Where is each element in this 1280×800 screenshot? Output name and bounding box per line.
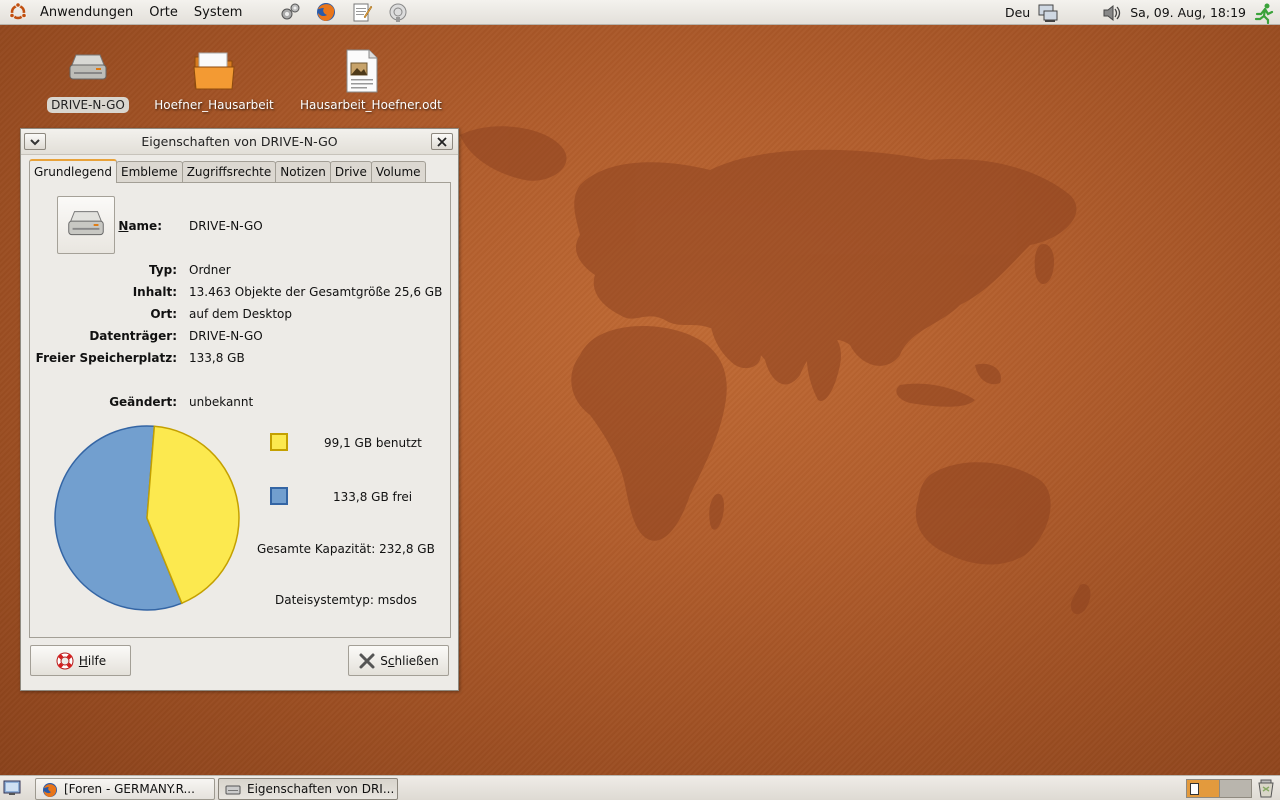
document-icon — [346, 49, 378, 93]
close-button-label: Schließen — [380, 654, 438, 668]
top-panel: Anwendungen Orte System Deu Sa, 09. Aug,… — [0, 0, 1280, 25]
menu-applications[interactable]: Anwendungen — [32, 0, 141, 25]
close-button[interactable]: Schließen — [348, 645, 449, 676]
dialog-title: Eigenschaften von DRIVE-N-GO — [141, 134, 338, 149]
ubuntu-logo-icon[interactable] — [6, 1, 30, 23]
type-label: Typ: — [149, 263, 177, 277]
quit-running-man-icon[interactable] — [1252, 2, 1276, 24]
location-label: Ort: — [150, 307, 177, 321]
keyboard-layout-indicator[interactable]: Deu — [999, 5, 1036, 20]
workspace-switcher[interactable] — [1186, 779, 1252, 798]
drive-icon — [69, 54, 107, 80]
lifebuoy-icon — [56, 652, 74, 669]
close-label-rest: hließen — [394, 653, 439, 668]
free-space-label: Freier Speicherplatz: — [35, 351, 177, 365]
bottom-panel: [Foren - GERMANY.R... Eigenschaften von … — [0, 775, 1280, 800]
desktop-icon-label: DRIVE-N-GO — [47, 97, 129, 113]
free-legend-swatch — [270, 487, 288, 505]
tab-panel-basic: Name: DRIVE-N-GO Typ: Ordner Inhalt: 13.… — [29, 182, 451, 638]
folder-icon — [193, 52, 235, 90]
taskbar-task-label: Eigenschaften von DRI... — [247, 782, 395, 796]
system-tray: Deu Sa, 09. Aug, 18:19 — [999, 0, 1280, 25]
name-label-mnemonic: N — [118, 219, 129, 233]
text-editor-icon[interactable] — [350, 1, 374, 23]
used-legend-swatch — [270, 433, 288, 451]
volume-value: DRIVE-N-GO — [189, 329, 263, 343]
contents-label: Inhalt: — [132, 285, 177, 299]
menu-places[interactable]: Orte — [141, 0, 186, 25]
desktop-icon-document[interactable]: Hausarbeit_Hoefner.odt — [296, 47, 442, 113]
network-manager-icon[interactable] — [386, 1, 410, 23]
modified-label: Geändert: — [109, 395, 177, 409]
volume-icon[interactable] — [1100, 2, 1124, 24]
menu-system[interactable]: System — [186, 0, 250, 25]
clock[interactable]: Sa, 09. Aug, 18:19 — [1124, 5, 1252, 20]
workspace-2[interactable] — [1218, 780, 1251, 797]
help-button[interactable]: Hilfe — [30, 645, 131, 676]
close-x-icon — [359, 653, 375, 668]
dialog-titlebar[interactable]: Eigenschaften von DRIVE-N-GO — [21, 129, 458, 155]
properties-dialog: Eigenschaften von DRIVE-N-GO Grundlegend… — [20, 128, 459, 691]
total-capacity-text: Gesamte Kapazität: 232,8 GB — [257, 542, 435, 556]
close-icon — [437, 136, 447, 147]
tab-grundlegend[interactable]: Grundlegend — [29, 159, 117, 183]
usage-pie-chart — [54, 425, 240, 611]
desktop-icon-label: Hoefner_Hausarbeit — [154, 98, 274, 112]
tab-volume[interactable]: Volume — [370, 161, 426, 183]
desktop-icon-folder[interactable]: Hoefner_Hausarbeit — [149, 47, 279, 113]
trash-icon[interactable] — [1256, 778, 1276, 800]
show-desktop-icon[interactable] — [3, 779, 21, 800]
taskbar-firefox[interactable]: [Foren - GERMANY.R... — [35, 778, 215, 800]
close-mnemonic: c — [387, 653, 395, 668]
firefox-icon — [43, 783, 57, 797]
firefox-icon[interactable] — [314, 1, 338, 23]
tab-embleme[interactable]: Embleme — [116, 161, 183, 183]
drive-icon — [225, 785, 241, 795]
filesystem-type-text: Dateisystemtyp: msdos — [275, 593, 417, 607]
contents-value: 13.463 Objekte der Gesamtgröße 25,6 GB — [189, 285, 443, 299]
help-mnemonic: H — [78, 653, 88, 668]
tab-notizen[interactable]: Notizen — [275, 161, 331, 183]
name-label: Name: — [14, 219, 162, 233]
window-close-button[interactable] — [431, 133, 453, 150]
modified-value: unbekannt — [189, 395, 254, 409]
desktop-icon-label: Hausarbeit_Hoefner.odt — [300, 98, 442, 112]
free-legend-text: 133,8 GB frei — [333, 490, 413, 504]
close-label-pre: S — [380, 653, 388, 668]
taskbar-properties[interactable]: Eigenschaften von DRI... — [218, 778, 398, 800]
settings-gears-icon[interactable] — [278, 1, 302, 23]
world-map-wallpaper — [460, 126, 1091, 615]
desktop-icon-drive[interactable]: DRIVE-N-GO — [23, 47, 153, 113]
used-legend-text: 99,1 GB benutzt — [324, 436, 422, 450]
help-button-label: Hilfe — [79, 654, 106, 668]
taskbar-task-label: [Foren - GERMANY.R... — [64, 782, 195, 796]
workspace-1[interactable] — [1187, 780, 1219, 797]
help-label-rest: ilfe — [87, 653, 107, 668]
tab-zugriffsrechte[interactable]: Zugriffsrechte — [181, 161, 277, 183]
name-label-rest: ame: — [128, 219, 162, 233]
tab-bar: Grundlegend Embleme Zugriffsrechte Notiz… — [29, 159, 426, 183]
name-value[interactable]: DRIVE-N-GO — [189, 219, 263, 233]
volume-label: Datenträger: — [89, 329, 177, 343]
tab-drive[interactable]: Drive — [329, 161, 372, 183]
location-value: auf dem Desktop — [189, 307, 292, 321]
network-status-icon[interactable] — [1036, 2, 1060, 24]
free-space-value: 133,8 GB — [189, 351, 245, 365]
type-value: Ordner — [189, 263, 231, 277]
